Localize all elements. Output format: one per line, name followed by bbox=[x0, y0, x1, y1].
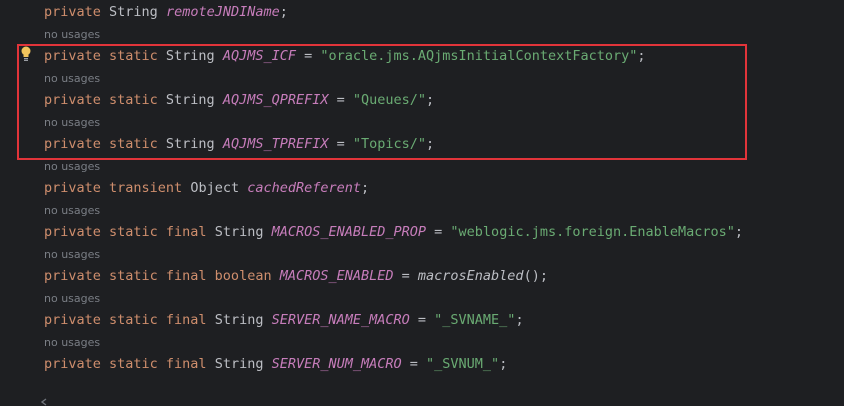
usage-hint[interactable]: no usages bbox=[44, 160, 100, 174]
keyword: private static final boolean bbox=[44, 268, 280, 284]
keyword: private bbox=[44, 4, 110, 20]
keyword: private static final bbox=[44, 312, 215, 328]
keyword: private static bbox=[44, 92, 166, 108]
type-name: String bbox=[214, 312, 272, 328]
assignment-operator: = bbox=[426, 224, 451, 240]
string-literal: "weblogic.jms.foreign.EnableMacros" bbox=[450, 224, 735, 240]
type-name: String bbox=[165, 92, 223, 108]
field-name[interactable]: MACROS_ENABLED_PROP bbox=[272, 224, 426, 240]
fold-marker-icon[interactable] bbox=[40, 398, 48, 406]
assignment-operator: = bbox=[295, 48, 321, 64]
intention-bulb-icon[interactable] bbox=[20, 46, 32, 62]
code-area[interactable]: private String remoteJNDIName; no usages… bbox=[36, 0, 844, 406]
assignment-operator: = bbox=[328, 92, 353, 108]
keyword: private static bbox=[44, 48, 166, 64]
field-name[interactable]: cachedReferent bbox=[247, 180, 361, 196]
keyword: private static final bbox=[44, 224, 215, 240]
punctuation: ; bbox=[426, 136, 435, 152]
punctuation: ; bbox=[734, 224, 744, 240]
code-line-server-name-macro[interactable]: private static final String SERVER_NAME_… bbox=[44, 311, 524, 329]
usage-hint[interactable]: no usages bbox=[44, 204, 100, 218]
code-line-aqjms-icf[interactable]: private static String AQJMS_ICF = "oracl… bbox=[44, 47, 646, 65]
string-literal: "Topics/" bbox=[352, 136, 427, 152]
punctuation: ; bbox=[279, 4, 288, 20]
punctuation: (); bbox=[523, 268, 548, 284]
type-name: String bbox=[214, 356, 272, 372]
assignment-operator: = bbox=[409, 312, 435, 328]
field-name[interactable]: SERVER_NAME_MACRO bbox=[272, 312, 410, 328]
keyword: private static final bbox=[44, 356, 215, 372]
field-name[interactable]: AQJMS_QPREFIX bbox=[223, 92, 329, 108]
type-name: String bbox=[214, 224, 272, 240]
string-literal: "Queues/" bbox=[352, 92, 427, 108]
code-line-server-num-macro[interactable]: private static final String SERVER_NUM_M… bbox=[44, 355, 507, 373]
usage-hint[interactable]: no usages bbox=[44, 248, 100, 262]
keyword: private transient bbox=[44, 180, 191, 196]
punctuation: ; bbox=[426, 92, 435, 108]
punctuation: ; bbox=[637, 48, 646, 64]
code-line-macros-enabled-prop[interactable]: private static final String MACROS_ENABL… bbox=[44, 223, 743, 241]
code-editor[interactable]: private String remoteJNDIName; no usages… bbox=[0, 0, 844, 406]
code-line-aqjms-qprefix[interactable]: private static String AQJMS_QPREFIX = "Q… bbox=[44, 91, 434, 109]
type-name: String bbox=[165, 48, 223, 64]
field-name[interactable]: AQJMS_TPREFIX bbox=[223, 136, 329, 152]
code-line-aqjms-tprefix[interactable]: private static String AQJMS_TPREFIX = "T… bbox=[44, 135, 434, 153]
field-name[interactable]: remoteJNDIName bbox=[166, 4, 280, 20]
code-line-remote-jndi-name[interactable]: private String remoteJNDIName; bbox=[44, 3, 288, 21]
assignment-operator: = bbox=[328, 136, 353, 152]
punctuation: ; bbox=[361, 180, 370, 196]
punctuation: ; bbox=[515, 312, 524, 328]
string-literal: "_SVNUM_" bbox=[426, 356, 500, 372]
keyword: private static bbox=[44, 136, 166, 152]
usage-hint[interactable]: no usages bbox=[44, 116, 100, 130]
type-name: Object bbox=[190, 180, 248, 196]
usage-hint[interactable]: no usages bbox=[44, 28, 100, 42]
field-name[interactable]: AQJMS_ICF bbox=[223, 48, 296, 64]
usage-hint[interactable]: no usages bbox=[44, 72, 100, 86]
assignment-operator: = bbox=[401, 356, 427, 372]
string-literal: "_SVNAME_" bbox=[434, 312, 516, 328]
code-line-macros-enabled[interactable]: private static final boolean MACROS_ENAB… bbox=[44, 267, 548, 285]
string-literal: "oracle.jms.AQjmsInitialContextFactory" bbox=[320, 48, 638, 64]
method-call[interactable]: macrosEnabled bbox=[418, 268, 524, 284]
usage-hint[interactable]: no usages bbox=[44, 336, 100, 350]
type-name: String bbox=[165, 136, 223, 152]
field-name[interactable]: MACROS_ENABLED bbox=[280, 268, 394, 284]
code-line-cached-referent[interactable]: private transient Object cachedReferent; bbox=[44, 179, 369, 197]
type-name: String bbox=[109, 4, 166, 20]
field-name[interactable]: SERVER_NUM_MACRO bbox=[272, 356, 402, 372]
assignment-operator: = bbox=[393, 268, 418, 284]
punctuation: ; bbox=[499, 356, 508, 372]
usage-hint[interactable]: no usages bbox=[44, 292, 100, 306]
